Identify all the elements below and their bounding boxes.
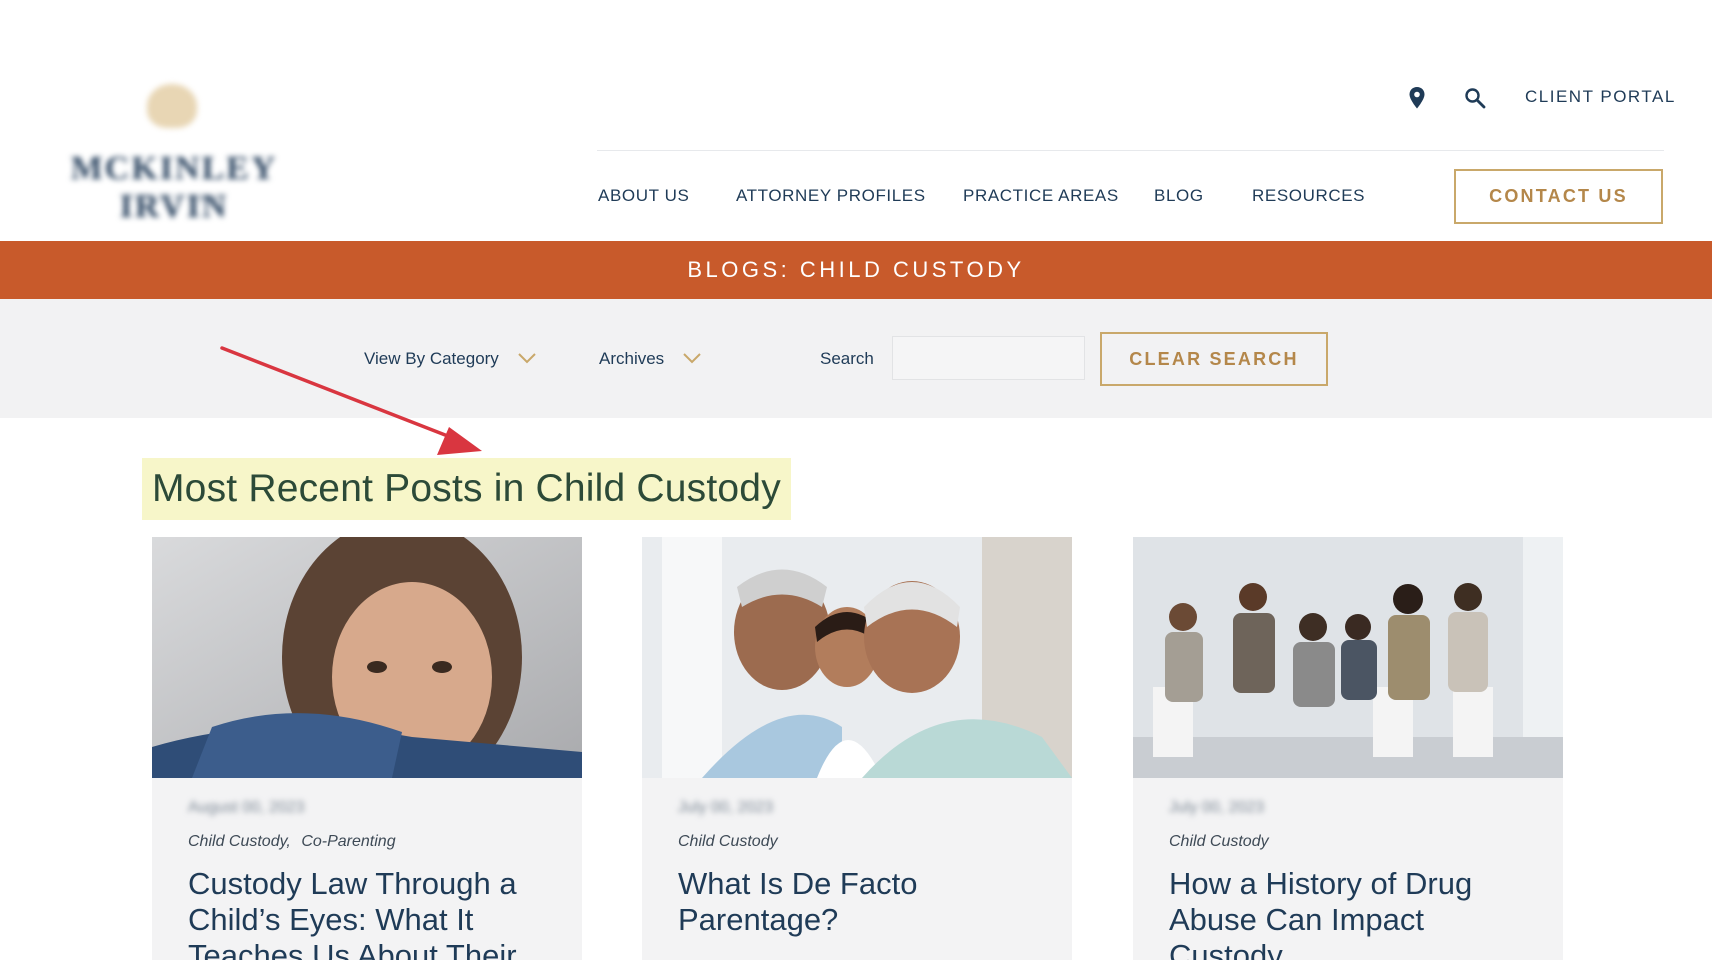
nav-about-us[interactable]: ABOUT US xyxy=(598,186,689,206)
chevron-down-icon xyxy=(682,349,702,369)
blog-search-input[interactable] xyxy=(892,336,1085,380)
post-category[interactable]: Child Custody xyxy=(1169,833,1269,850)
logo-wordmark: MCKINLEY IRVIN xyxy=(70,150,278,225)
post-categories: Child Custody xyxy=(678,833,784,851)
search-label: Search xyxy=(820,349,874,368)
contact-us-button[interactable]: CONTACT US xyxy=(1454,169,1663,224)
site-logo[interactable]: MCKINLEY IRVIN FAMILY LAW xyxy=(44,78,304,225)
nav-resources[interactable]: RESOURCES xyxy=(1252,186,1365,206)
search-icon[interactable] xyxy=(1463,86,1487,110)
logo-tagline: FAMILY LAW xyxy=(126,193,222,205)
page-banner: BLOGS: CHILD CUSTODY xyxy=(0,241,1712,299)
nav-practice-areas[interactable]: PRACTICE AREAS xyxy=(963,186,1119,206)
post-categories: Child Custody xyxy=(1169,833,1275,851)
chevron-down-icon xyxy=(517,349,537,369)
post-title[interactable]: How a History of Drug Abuse Can Impact C… xyxy=(1169,866,1539,960)
view-by-category-dropdown[interactable]: View By Category xyxy=(364,349,537,369)
nav-blog[interactable]: BLOG xyxy=(1154,186,1204,206)
post-title[interactable]: Custody Law Through a Child’s Eyes: What… xyxy=(188,866,558,960)
post-date: August 00, 2023 xyxy=(188,799,305,816)
archives-label: Archives xyxy=(599,349,665,368)
blog-post-card[interactable]: July 00, 2023 Child Custody What Is De F… xyxy=(642,537,1072,960)
clear-search-button[interactable]: CLEAR SEARCH xyxy=(1100,332,1328,386)
post-thumbnail-family xyxy=(642,537,1072,778)
post-title[interactable]: What Is De Facto Parentage? xyxy=(678,866,1048,938)
post-category[interactable]: Child Custody, xyxy=(188,833,291,850)
post-thumbnail-girl xyxy=(152,537,582,778)
blog-filter-bar: View By Category Archives Search CLEAR S… xyxy=(0,299,1712,418)
blog-post-card[interactable]: July 00, 2023 Child Custody How a Histor… xyxy=(1133,537,1563,960)
nav-attorney-profiles[interactable]: ATTORNEY PROFILES xyxy=(736,186,926,206)
archives-dropdown[interactable]: Archives xyxy=(599,349,702,369)
post-category[interactable]: Child Custody xyxy=(678,833,778,850)
blog-post-card[interactable]: August 00, 2023 Child Custody, Co-Parent… xyxy=(152,537,582,960)
site-header: MCKINLEY IRVIN FAMILY LAW CLIENT PORTAL … xyxy=(0,0,1712,241)
post-thumbnail-group-therapy xyxy=(1133,537,1563,778)
post-category[interactable]: Co-Parenting xyxy=(301,833,395,850)
logo-mark xyxy=(147,84,197,128)
page-title: BLOGS: CHILD CUSTODY xyxy=(687,257,1025,282)
header-divider xyxy=(597,150,1664,151)
location-pin-icon[interactable] xyxy=(1405,86,1429,110)
view-by-category-label: View By Category xyxy=(364,349,499,368)
post-date: July 00, 2023 xyxy=(1169,799,1265,816)
client-portal-link[interactable]: CLIENT PORTAL xyxy=(1525,87,1676,107)
section-heading-highlight: Most Recent Posts in Child Custody xyxy=(142,458,791,520)
post-date: July 00, 2023 xyxy=(678,799,774,816)
section-heading: Most Recent Posts in Child Custody xyxy=(152,467,781,510)
post-categories: Child Custody, Co-Parenting xyxy=(188,833,402,851)
